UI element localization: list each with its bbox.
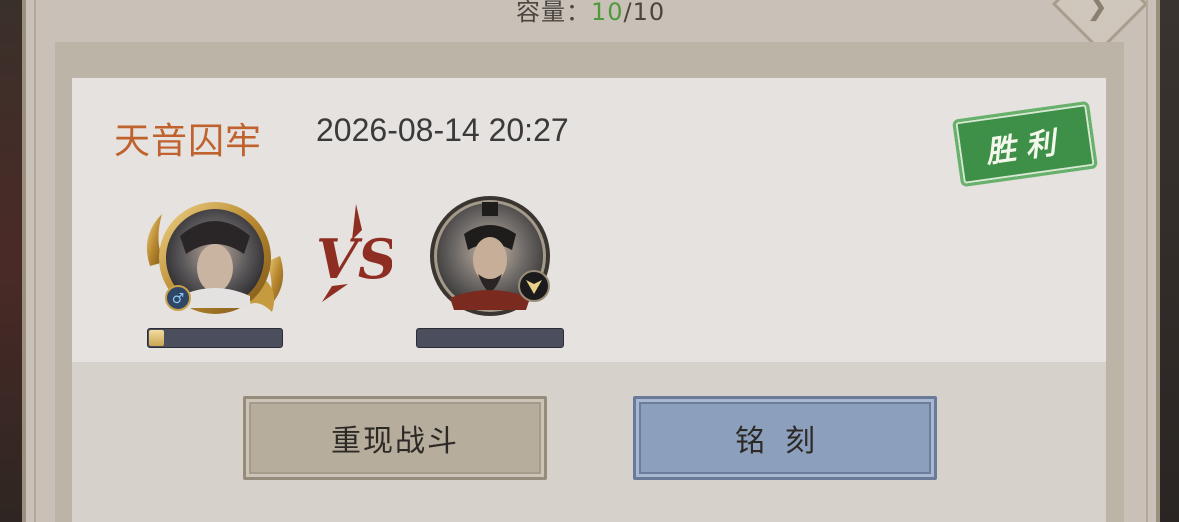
- replay-battle-label: 重现战斗: [331, 424, 459, 459]
- capacity-separator: /: [623, 0, 633, 26]
- battle-record-card: 天音囚牢 2026-08-14 20:27 胜利 ♂ VS 重现战斗 铭刻: [72, 78, 1106, 522]
- battle-datetime: 2026-08-14 20:27: [316, 112, 569, 148]
- capacity-label: 容量：: [516, 0, 591, 26]
- enemy-hp-bar: [416, 328, 564, 348]
- capacity-indicator: 容量：10/10: [516, 0, 665, 27]
- vs-emblem: VS: [312, 200, 397, 310]
- victory-stamp: 胜利: [951, 100, 1099, 188]
- male-gender-icon: ♂: [172, 291, 185, 307]
- engrave-button[interactable]: 铭刻: [633, 396, 937, 480]
- capacity-max: 10: [632, 0, 666, 26]
- player-avatar[interactable]: ♂: [140, 196, 290, 326]
- enemy-avatar[interactable]: [428, 194, 552, 318]
- player-avatar-frame: ♂: [146, 202, 284, 314]
- player-hp-bar: [147, 328, 283, 348]
- battle-info: 天音囚牢 2026-08-14 20:27 胜利 ♂ VS: [72, 78, 1106, 362]
- replay-battle-button[interactable]: 重现战斗: [243, 396, 547, 480]
- engrave-label: 铭刻: [735, 424, 835, 459]
- battle-location: 天音囚牢: [114, 121, 263, 162]
- enemy-avatar-frame: [430, 196, 550, 316]
- ornament-icon: ❯: [1086, 0, 1108, 22]
- capacity-current: 10: [591, 0, 624, 26]
- player-hp-fill: [149, 330, 165, 346]
- victory-stamp-text: 胜利: [983, 124, 1068, 171]
